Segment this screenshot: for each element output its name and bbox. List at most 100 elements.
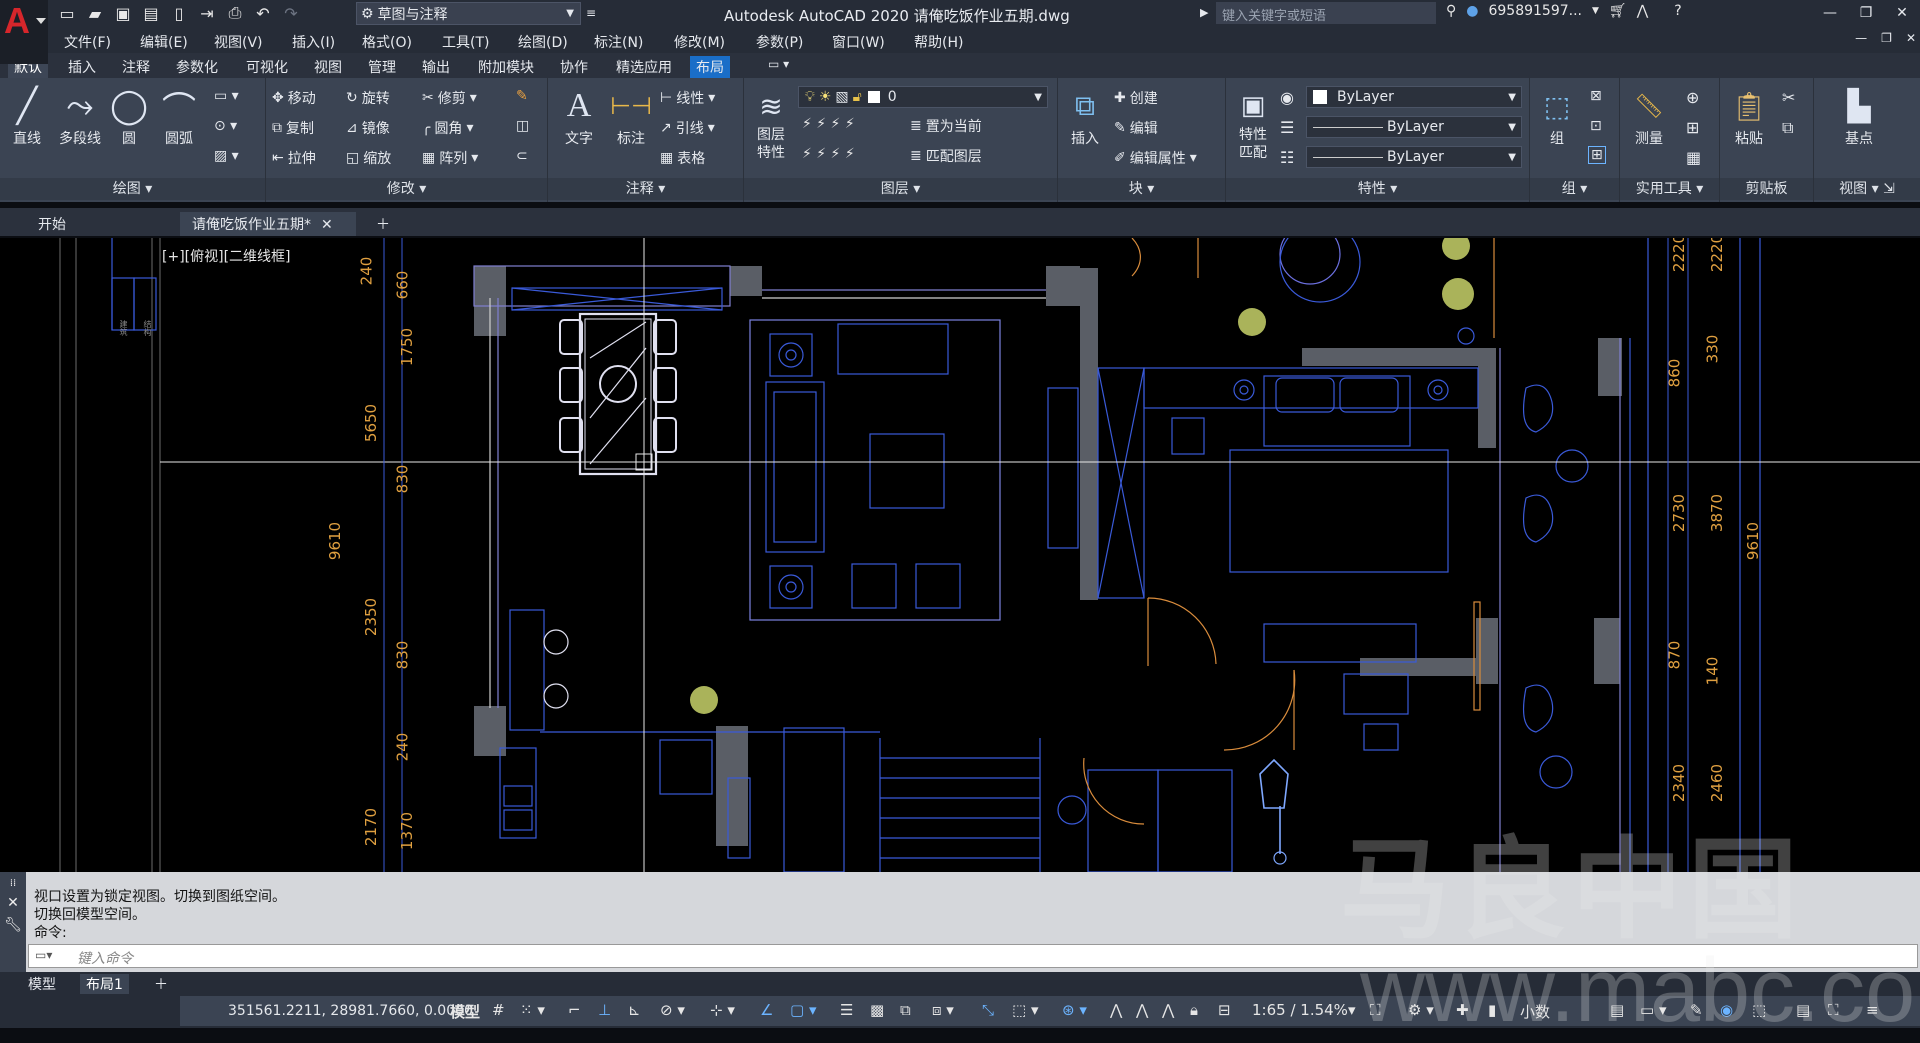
ortho-icon[interactable]: ⊾: [628, 1001, 641, 1019]
undo-icon[interactable]: ↶: [252, 2, 274, 24]
circle-button[interactable]: ◯ 圆: [104, 84, 154, 148]
drawing-canvas[interactable]: [+][俯视][二维线框] 建筑 结构 240 5650 2350 2170 6…: [0, 238, 1920, 872]
layer-properties-button[interactable]: ≋ 图层 特性: [746, 84, 796, 162]
viewport-scale[interactable]: 1:65 / 1.54%: [1252, 1001, 1348, 1019]
new-tab-button[interactable]: ＋: [364, 212, 402, 236]
create-block-button[interactable]: ✚ 创建: [1114, 88, 1158, 108]
linear-button[interactable]: ⊢ 线性 ▾: [660, 88, 715, 108]
layer-tools-row2[interactable]: ⚡ ⚡ ⚡ ⚡: [802, 146, 855, 162]
close-icon[interactable]: ✕: [321, 217, 333, 233]
tab-view[interactable]: 视图: [314, 57, 342, 77]
edit-block-button[interactable]: ✎ 编辑: [1114, 118, 1158, 138]
tab-visualize[interactable]: 可视化: [246, 57, 288, 77]
group-button[interactable]: ⬚ 组: [1532, 84, 1582, 148]
grid-icon[interactable]: #: [492, 1001, 505, 1019]
chevron-right-icon[interactable]: ▶: [1200, 6, 1208, 19]
quick-select-icon[interactable]: ⊞: [1686, 118, 1699, 137]
calculator-icon[interactable]: ▦: [1686, 148, 1701, 167]
chevron-down-icon[interactable]: ▾: [1348, 1001, 1356, 1019]
panel-groups-title[interactable]: 组 ▾: [1530, 178, 1619, 200]
annotation-scale-icon[interactable]: ⋀: [1162, 1001, 1174, 1019]
array-button[interactable]: ▦ 阵列 ▾: [422, 148, 478, 168]
object-snap-tracking-icon[interactable]: ∠: [760, 1001, 773, 1019]
stretch-button[interactable]: ⇤ 拉伸: [272, 148, 316, 168]
group-select-icon[interactable]: ⊞: [1588, 146, 1606, 164]
linetype-icon[interactable]: ☷: [1280, 148, 1294, 167]
panel-modify-title[interactable]: 修改 ▾: [266, 178, 547, 200]
object-snap-icon[interactable]: ▢ ▾: [790, 1001, 816, 1019]
match-layer-button[interactable]: ≣ 匹配图层: [910, 146, 982, 166]
menu-modify[interactable]: 修改(M): [674, 32, 725, 52]
annotation-visibility-icon[interactable]: ⋀: [1110, 1001, 1122, 1019]
edit-attributes-button[interactable]: ✐ 编辑属性 ▾: [1114, 148, 1197, 168]
close-icon[interactable]: ✕: [0, 895, 26, 911]
table-button[interactable]: ▦ 表格: [660, 148, 705, 168]
menu-window[interactable]: 窗口(W): [832, 32, 885, 52]
workspace-selector[interactable]: ⚙ 草图与注释 ▼: [356, 2, 581, 25]
tab-model[interactable]: 模型: [22, 974, 62, 994]
user-name[interactable]: 695891597...: [1488, 3, 1582, 19]
lineweight-dropdown[interactable]: ByLayer ▼: [1306, 116, 1522, 138]
measure-button[interactable]: 📏︎ 测量: [1624, 84, 1674, 148]
layer-dropdown[interactable]: 💡︎ ☀ ▧ 🔓︎ 0 ▼: [798, 86, 1048, 108]
panel-layers-title[interactable]: 图层 ▾: [744, 178, 1057, 200]
panel-clipboard-title[interactable]: 剪贴板: [1720, 178, 1813, 200]
3d-osnap-icon[interactable]: ⧈ ▾: [932, 1001, 954, 1019]
trim-button[interactable]: ✂ 修剪 ▾: [422, 88, 477, 108]
match-properties-button[interactable]: ▣ 特性 匹配: [1228, 84, 1278, 162]
mirror-button[interactable]: ⊿ 镜像: [346, 118, 390, 138]
menu-file[interactable]: 文件(F): [64, 32, 111, 52]
menu-edit[interactable]: 编辑(E): [140, 32, 188, 52]
rectangle-icon[interactable]: ▭ ▾: [214, 88, 239, 104]
text-button[interactable]: A 文字: [554, 84, 604, 148]
color-wheel-icon[interactable]: ◉: [1280, 88, 1294, 107]
menu-tools[interactable]: 工具(T): [442, 32, 489, 52]
help-icon[interactable]: ?: [1674, 3, 1681, 19]
panel-annotation-title[interactable]: 注释 ▾: [548, 178, 743, 200]
tab-annotate[interactable]: 注释: [122, 57, 150, 77]
search-input[interactable]: 键入关键字或短语: [1216, 2, 1436, 24]
offset-icon[interactable]: ⊂: [516, 148, 528, 164]
menu-parametric[interactable]: 参数(P): [756, 32, 803, 52]
menu-insert[interactable]: 插入(I): [292, 32, 335, 52]
lock-icon[interactable]: 🔒︎: [1190, 1001, 1198, 1019]
fillet-button[interactable]: ╭ 圆角 ▾: [422, 118, 473, 138]
polyline-button[interactable]: ⤳ 多段线: [52, 84, 108, 148]
tab-insert[interactable]: 插入: [68, 57, 96, 77]
viewport-lock-icon[interactable]: ⊟: [1218, 1001, 1231, 1019]
lineweight-toggle-icon[interactable]: ☰: [840, 1001, 853, 1019]
erase-icon[interactable]: ✎: [516, 88, 528, 104]
ribbon-toggle-icon[interactable]: ▭ ▾: [768, 57, 789, 71]
tab-layout1[interactable]: 布局1: [80, 974, 129, 994]
save-web-icon[interactable]: ⇥: [196, 2, 218, 24]
tab-manage[interactable]: 管理: [368, 57, 396, 77]
menu-draw[interactable]: 绘图(D): [518, 32, 568, 52]
dynamic-input-icon[interactable]: ⊥: [598, 1001, 611, 1019]
selection-filter-icon[interactable]: ⬚ ▾: [1012, 1001, 1038, 1019]
transparency-icon[interactable]: ▩: [870, 1001, 884, 1019]
tab-featured-apps[interactable]: 精选应用: [616, 57, 672, 77]
save-icon[interactable]: ▣: [112, 2, 134, 24]
cut-icon[interactable]: ✂: [1782, 88, 1795, 107]
ellipse-icon[interactable]: ⊙ ▾: [214, 118, 237, 134]
new-file-icon[interactable]: ▭: [56, 2, 78, 24]
wrench-icon[interactable]: 🔧︎: [0, 917, 26, 933]
color-dropdown[interactable]: ByLayer ▼: [1306, 86, 1522, 108]
panel-utilities-title[interactable]: 实用工具 ▾: [1620, 178, 1719, 200]
isometric-icon[interactable]: ⊹ ▾: [710, 1001, 735, 1019]
move-button[interactable]: ✥ 移动: [272, 88, 316, 108]
infer-constraints-icon[interactable]: ⌐: [568, 1001, 581, 1019]
tab-output[interactable]: 输出: [422, 57, 450, 77]
panel-view-title[interactable]: 视图 ▾ ⇲: [1814, 178, 1920, 200]
scale-button[interactable]: ◱ 缩放: [346, 148, 391, 168]
dynamic-ucs-icon[interactable]: ⤡: [982, 1001, 994, 1019]
tab-layout[interactable]: 布局: [690, 56, 730, 78]
minimize-icon[interactable]: —: [1812, 0, 1848, 26]
arc-button[interactable]: ⌒ 圆弧: [154, 84, 204, 148]
minimize-icon[interactable]: —: [1855, 31, 1867, 45]
binoculars-icon[interactable]: ⚲: [1446, 3, 1456, 19]
base-view-button[interactable]: ▙ 基点: [1834, 84, 1884, 148]
add-layout-button[interactable]: ＋: [148, 974, 174, 994]
tab-addins[interactable]: 附加模块: [478, 57, 534, 77]
menu-dimension[interactable]: 标注(N): [594, 32, 643, 52]
